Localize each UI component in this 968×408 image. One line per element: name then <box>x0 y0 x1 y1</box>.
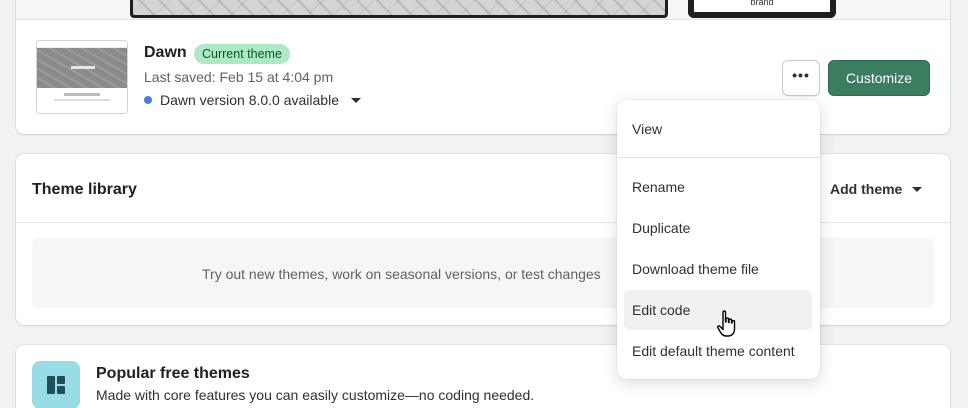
current-theme-badge: Current theme <box>194 44 290 64</box>
menu-item-download-theme-file[interactable]: Download theme file <box>624 249 812 289</box>
menu-item-duplicate[interactable]: Duplicate <box>624 208 812 248</box>
library-empty-text: Try out new themes, work on seasonal ver… <box>202 266 601 282</box>
menu-item-rename[interactable]: Rename <box>624 167 812 207</box>
version-notice-label: Dawn version 8.0.0 available <box>160 92 339 108</box>
more-actions-button[interactable]: ••• <box>782 60 820 96</box>
theme-library-title: Theme library <box>32 181 137 198</box>
version-dot-icon <box>144 96 152 104</box>
theme-name: Dawn <box>144 44 187 61</box>
pointer-hand-cursor-icon <box>716 310 740 343</box>
add-theme-button[interactable]: Add theme <box>830 181 923 197</box>
popular-themes-subtitle: Made with core features you can easily c… <box>96 387 535 403</box>
ellipsis-icon: ••• <box>792 67 810 83</box>
layout-icon <box>32 361 80 408</box>
caret-down-icon <box>912 186 923 192</box>
menu-divider <box>617 157 820 158</box>
mobile-preview: brand <box>688 0 836 18</box>
add-theme-label: Add theme <box>830 181 903 197</box>
theme-preview-strip: brand <box>16 0 950 20</box>
desktop-preview <box>130 0 668 18</box>
menu-item-view[interactable]: View <box>624 109 812 149</box>
mobile-preview-text: brand <box>750 0 774 7</box>
caret-down-icon <box>351 97 361 103</box>
customize-button[interactable]: Customize <box>828 60 930 96</box>
version-notice[interactable]: Dawn version 8.0.0 available <box>144 92 361 108</box>
theme-thumbnail[interactable] <box>36 40 128 114</box>
last-saved-text: Last saved: Feb 15 at 4:04 pm <box>144 69 334 85</box>
popular-themes-title: Popular free themes <box>96 365 250 382</box>
